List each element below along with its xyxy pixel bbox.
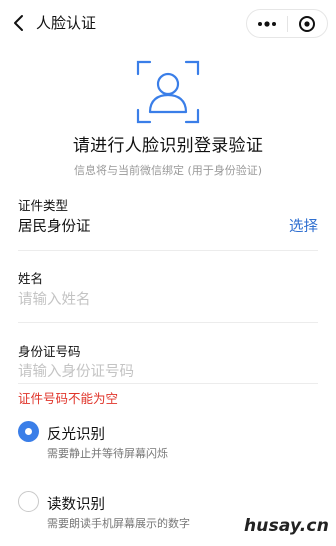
id-number-label: 身份证号码 <box>18 344 81 359</box>
more-dots-icon[interactable] <box>247 10 287 37</box>
select-id-type-button[interactable]: 选择 <box>289 215 318 236</box>
name-input[interactable]: 请输入姓名 <box>18 288 91 309</box>
watermark: husay.cn <box>240 516 332 536</box>
id-number-input[interactable]: 请输入身份证号码 <box>18 360 134 381</box>
option-desc: 需要朗读手机屏幕展示的数字 <box>47 517 190 530</box>
id-number-error: 证件号码不能为空 <box>18 391 119 406</box>
option-title[interactable]: 反光识别 <box>47 423 105 444</box>
face-auth-page: 人脸认证 请进行人脸识别登录验证 信息将与当前微信绑定 (用于身份验证) 证件类… <box>0 0 336 546</box>
read-digits-radio[interactable] <box>18 491 39 512</box>
hero-subtitle: 信息将与当前微信绑定 (用于身份验证) <box>73 164 263 177</box>
option-desc: 需要静止并等待屏幕闪烁 <box>47 447 168 460</box>
id-type-value: 居民身份证 <box>18 219 91 235</box>
divider <box>18 250 318 251</box>
divider <box>18 383 318 384</box>
nav-bar: 人脸认证 <box>0 0 336 46</box>
divider <box>18 322 318 323</box>
face-scan-icon <box>136 60 200 124</box>
target-circle-icon[interactable] <box>287 10 327 37</box>
page-title: 人脸认证 <box>36 14 97 32</box>
option-title[interactable]: 读数识别 <box>47 493 105 514</box>
name-label: 姓名 <box>18 271 44 286</box>
chevron-left-icon[interactable] <box>9 13 29 33</box>
hero-title: 请进行人脸识别登录验证 <box>72 136 264 156</box>
id-type-label: 证件类型 <box>18 198 69 213</box>
reflection-radio[interactable] <box>18 421 39 442</box>
mini-program-capsule <box>246 9 328 38</box>
